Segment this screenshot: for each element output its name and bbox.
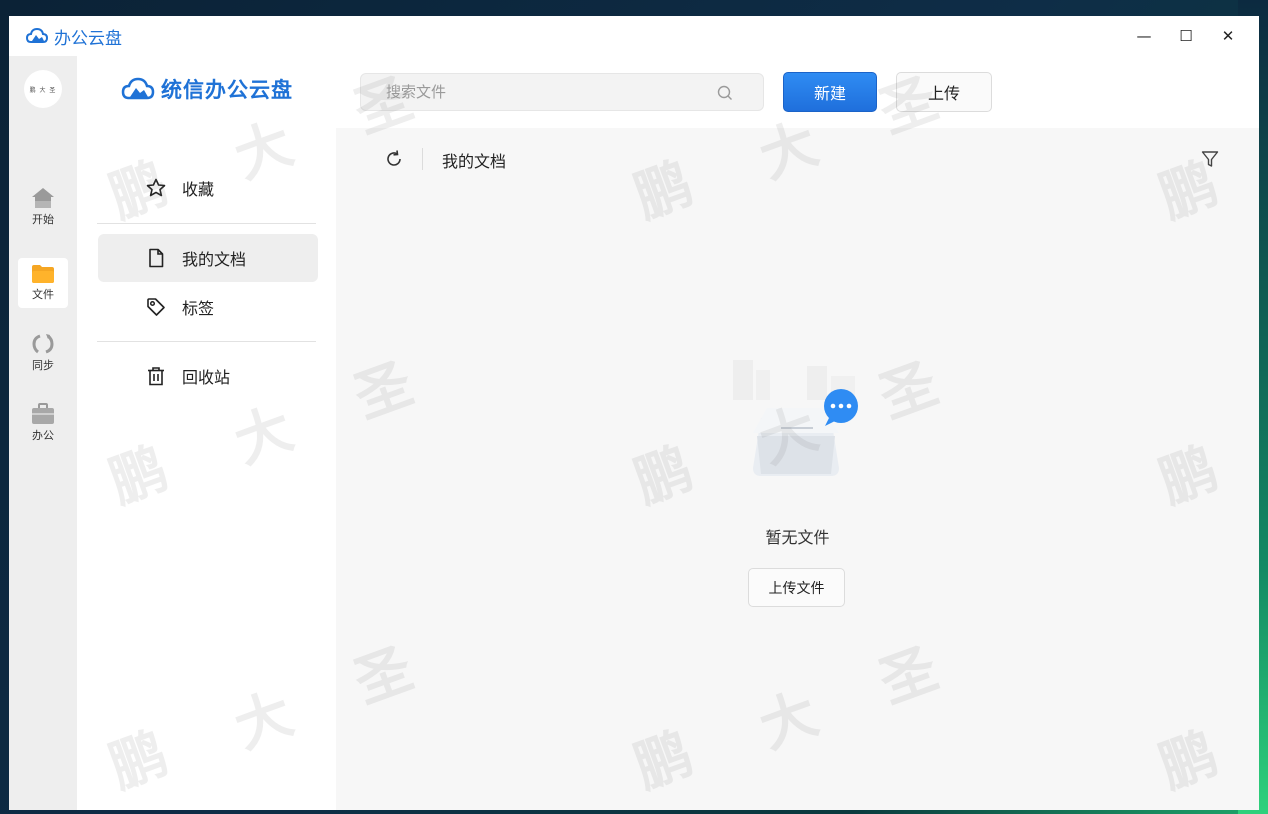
sync-icon: [32, 334, 54, 354]
breadcrumb-separator: [422, 148, 423, 170]
app-window: 办公云盘 — ☐ ✕ 鹏 大 圣 开始 文件 同步 办公 统信办公云盘 收藏 我…: [9, 16, 1259, 810]
document-icon: [149, 248, 164, 268]
tag-icon: [147, 298, 165, 316]
new-button[interactable]: 新建: [783, 72, 877, 112]
rail-item-start[interactable]: 开始: [18, 182, 68, 232]
breadcrumb: 我的文档: [336, 128, 1259, 192]
sidebar-item-trash[interactable]: 回收站: [98, 352, 318, 400]
search-box: [360, 73, 764, 111]
main-content: 我的文档 暂无文件 上传文件: [336, 128, 1259, 810]
trash-icon: [148, 367, 164, 386]
brand: 统信办公云盘: [121, 74, 293, 104]
rail-item-label: 同步: [32, 359, 54, 372]
empty-box-illustration: [733, 360, 858, 476]
folder-icon: [32, 265, 54, 283]
upload-file-button[interactable]: 上传文件: [748, 568, 845, 607]
left-rail: 鹏 大 圣 开始 文件 同步 办公: [9, 56, 77, 810]
avatar[interactable]: 鹏 大 圣: [24, 70, 62, 108]
briefcase-icon: [32, 403, 54, 424]
rail-item-sync[interactable]: 同步: [18, 328, 68, 378]
maximize-button[interactable]: ☐: [1165, 21, 1207, 51]
sidebar-item-my-documents[interactable]: 我的文档: [98, 234, 318, 282]
window-controls: — ☐ ✕: [1123, 16, 1249, 56]
toolbar: 新建 上传: [336, 56, 1259, 128]
empty-state-text: 暂无文件: [765, 528, 830, 547]
refresh-icon[interactable]: [384, 149, 404, 169]
search-input[interactable]: [361, 74, 701, 110]
divider: [97, 223, 316, 224]
sidebar-item-label: 标签: [182, 299, 215, 318]
close-button[interactable]: ✕: [1207, 21, 1249, 51]
sidebar-item-label: 回收站: [182, 368, 231, 387]
cloud-logo-icon: [26, 28, 48, 43]
search-icon[interactable]: [717, 85, 733, 101]
sidebar-item-tags[interactable]: 标签: [98, 283, 318, 331]
home-icon: [32, 188, 54, 208]
rail-item-files[interactable]: 文件: [18, 258, 68, 308]
minimize-button[interactable]: —: [1123, 21, 1165, 51]
sidebar-item-label: 收藏: [182, 180, 215, 199]
breadcrumb-current: 我的文档: [442, 152, 507, 171]
rail-item-label: 文件: [32, 288, 54, 301]
rail-item-office[interactable]: 办公: [18, 398, 68, 448]
rail-item-label: 开始: [32, 213, 54, 226]
window-title: 办公云盘: [54, 28, 122, 49]
rail-item-label: 办公: [32, 429, 54, 442]
avatar-text: 鹏 大 圣: [29, 86, 57, 94]
star-icon: [146, 178, 166, 197]
brand-name: 统信办公云盘: [161, 78, 293, 102]
titlebar: 办公云盘 — ☐ ✕: [9, 16, 1259, 56]
filter-icon[interactable]: [1201, 150, 1219, 168]
cloud-logo-icon: [121, 77, 155, 100]
sidebar: 统信办公云盘 收藏 我的文档 标签 回收站: [77, 56, 336, 810]
upload-button[interactable]: 上传: [896, 72, 992, 112]
divider: [97, 341, 316, 342]
sidebar-item-label: 我的文档: [182, 250, 247, 269]
sidebar-item-favorites[interactable]: 收藏: [98, 164, 318, 212]
